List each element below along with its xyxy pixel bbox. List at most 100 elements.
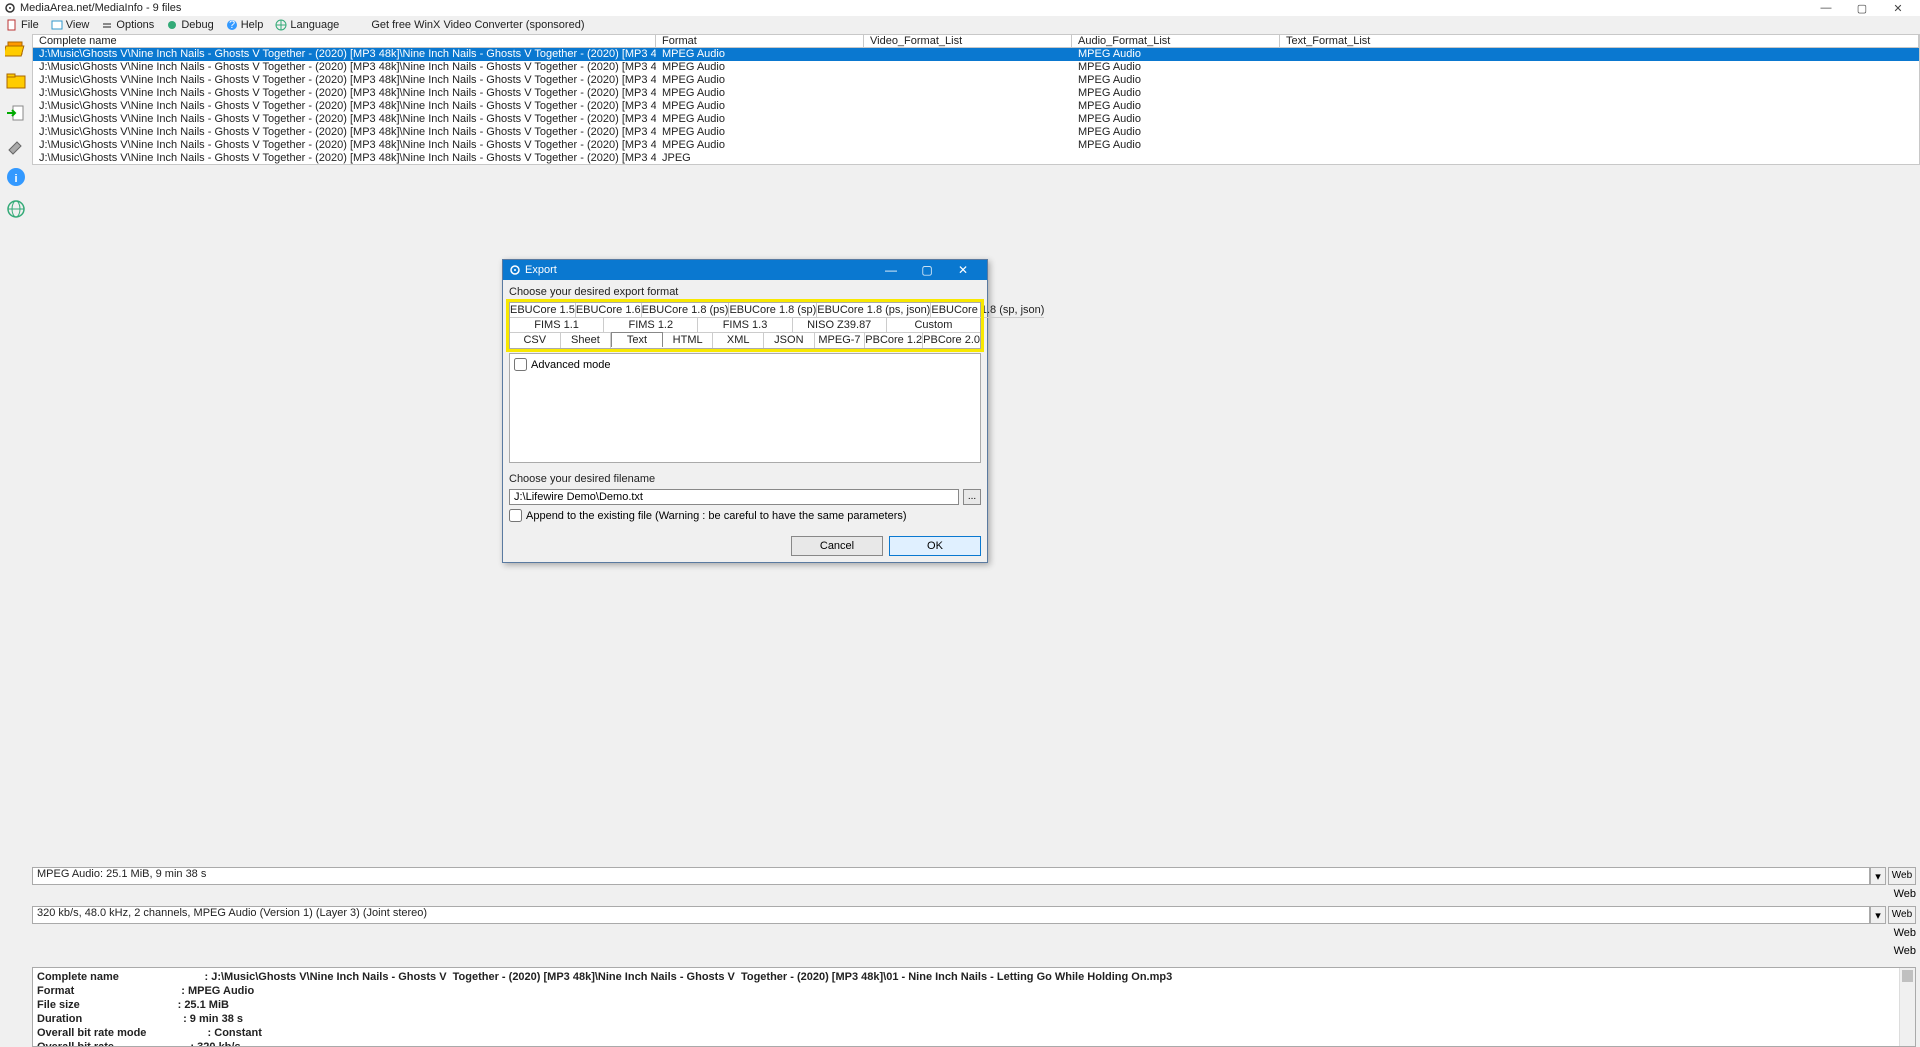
cell-vfl bbox=[864, 87, 1072, 100]
format-tab[interactable]: FIMS 1.1 bbox=[510, 318, 604, 333]
cell-format: MPEG Audio bbox=[656, 126, 864, 139]
language-button[interactable] bbox=[3, 196, 29, 222]
col-tfl[interactable]: Text_Format_List bbox=[1280, 35, 1919, 47]
cell-tfl bbox=[1280, 113, 1919, 126]
side-toolbar: i bbox=[0, 34, 32, 1047]
menu-language[interactable]: Language bbox=[275, 19, 339, 31]
cell-name: J:\Music\Ghosts V\Nine Inch Nails - Ghos… bbox=[33, 139, 656, 152]
options-button[interactable] bbox=[3, 132, 29, 158]
filename-input[interactable] bbox=[509, 489, 959, 505]
menu-options[interactable]: Options bbox=[101, 19, 154, 31]
cell-vfl bbox=[864, 113, 1072, 126]
cell-vfl bbox=[864, 61, 1072, 74]
dialog-titlebar[interactable]: Export — ▢ ✕ bbox=[503, 260, 987, 280]
app-icon bbox=[4, 2, 16, 14]
table-row[interactable]: J:\Music\Ghosts V\Nine Inch Nails - Ghos… bbox=[33, 87, 1919, 100]
menu-help[interactable]: ?Help bbox=[226, 19, 264, 31]
detail-scrollbar[interactable] bbox=[1899, 968, 1915, 1046]
app-icon-small bbox=[509, 264, 521, 276]
spacer-web-2[interactable]: Web bbox=[1894, 927, 1916, 945]
format-tab[interactable]: EBUCore 1.8 (ps, json) bbox=[817, 303, 931, 318]
format-tab[interactable]: Text bbox=[611, 332, 663, 347]
format-tab[interactable]: Sheet bbox=[561, 333, 612, 348]
append-checkbox[interactable] bbox=[509, 509, 522, 522]
close-button[interactable]: ✕ bbox=[1880, 0, 1916, 16]
dialog-maximize[interactable]: ▢ bbox=[909, 260, 945, 280]
open-folder-button[interactable] bbox=[3, 68, 29, 94]
dialog-minimize[interactable]: — bbox=[873, 260, 909, 280]
info1-web[interactable]: Web bbox=[1888, 867, 1916, 885]
info-bar-1: MPEG Audio: 25.1 MiB, 9 min 38 s ▾ Web bbox=[32, 867, 1916, 885]
info2-web[interactable]: Web bbox=[1888, 906, 1916, 924]
col-vfl[interactable]: Video_Format_List bbox=[864, 35, 1072, 47]
info2-dropdown[interactable]: ▾ bbox=[1870, 906, 1886, 924]
table-row[interactable]: J:\Music\Ghosts V\Nine Inch Nails - Ghos… bbox=[33, 113, 1919, 126]
col-format[interactable]: Format bbox=[656, 35, 864, 47]
format-tab[interactable]: Custom bbox=[887, 318, 980, 333]
dialog-close[interactable]: ✕ bbox=[945, 260, 981, 280]
menu-file[interactable]: File bbox=[6, 19, 39, 31]
format-tab[interactable]: PBCore 2.0 bbox=[923, 333, 980, 348]
format-tab[interactable]: HTML bbox=[663, 333, 714, 348]
advanced-mode-check[interactable] bbox=[514, 358, 527, 371]
cell-format: MPEG Audio bbox=[656, 48, 864, 61]
info1-text: MPEG Audio: 25.1 MiB, 9 min 38 s bbox=[32, 867, 1870, 885]
format-tab[interactable]: CSV bbox=[510, 333, 561, 348]
table-row[interactable]: J:\Music\Ghosts V\Nine Inch Nails - Ghos… bbox=[33, 126, 1919, 139]
table-row[interactable]: J:\Music\Ghosts V\Nine Inch Nails - Ghos… bbox=[33, 139, 1919, 152]
menu-view[interactable]: View bbox=[51, 19, 90, 31]
format-tab[interactable]: XML bbox=[713, 333, 764, 348]
cell-vfl bbox=[864, 48, 1072, 61]
table-row[interactable]: J:\Music\Ghosts V\Nine Inch Nails - Ghos… bbox=[33, 74, 1919, 87]
format-tab[interactable]: EBUCore 1.5 bbox=[510, 303, 576, 318]
col-afl[interactable]: Audio_Format_List bbox=[1072, 35, 1280, 47]
options-icon bbox=[101, 19, 113, 31]
cell-format: MPEG Audio bbox=[656, 113, 864, 126]
format-tab[interactable]: EBUCore 1.8 (sp) bbox=[729, 303, 817, 318]
cell-afl: MPEG Audio bbox=[1072, 48, 1280, 61]
format-grid: EBUCore 1.5EBUCore 1.6EBUCore 1.8 (ps)EB… bbox=[509, 302, 981, 349]
table-row[interactable]: J:\Music\Ghosts V\Nine Inch Nails - Ghos… bbox=[33, 48, 1919, 61]
ok-button[interactable]: OK bbox=[889, 536, 981, 556]
table-body[interactable]: J:\Music\Ghosts V\Nine Inch Nails - Ghos… bbox=[32, 48, 1920, 165]
cell-format: MPEG Audio bbox=[656, 61, 864, 74]
maximize-button[interactable]: ▢ bbox=[1844, 0, 1880, 16]
format-tab[interactable]: FIMS 1.3 bbox=[698, 318, 792, 333]
table-row[interactable]: J:\Music\Ghosts V\Nine Inch Nails - Ghos… bbox=[33, 61, 1919, 74]
cell-vfl bbox=[864, 126, 1072, 139]
detail-pane[interactable]: Complete name : J:\Music\Ghosts V\Nine I… bbox=[32, 967, 1916, 1047]
debug-icon bbox=[166, 19, 178, 31]
format-tab[interactable]: EBUCore 1.8 (ps) bbox=[642, 303, 730, 318]
format-tab[interactable]: EBUCore 1.8 (sp, json) bbox=[931, 303, 1044, 318]
format-tab[interactable]: NISO Z39.87 bbox=[793, 318, 887, 333]
cancel-button[interactable]: Cancel bbox=[791, 536, 883, 556]
cell-tfl bbox=[1280, 61, 1919, 74]
cell-tfl bbox=[1280, 152, 1919, 165]
table-row[interactable]: J:\Music\Ghosts V\Nine Inch Nails - Ghos… bbox=[33, 100, 1919, 113]
cell-tfl bbox=[1280, 139, 1919, 152]
format-tab[interactable]: FIMS 1.2 bbox=[604, 318, 698, 333]
format-tab[interactable]: EBUCore 1.6 bbox=[576, 303, 642, 318]
format-tab[interactable]: PBCore 1.2 bbox=[865, 333, 923, 348]
info1-dropdown[interactable]: ▾ bbox=[1870, 867, 1886, 885]
open-file-button[interactable] bbox=[3, 36, 29, 62]
svg-text:?: ? bbox=[229, 19, 235, 31]
format-tab[interactable]: MPEG-7 bbox=[815, 333, 866, 348]
advanced-checkbox[interactable]: Advanced mode bbox=[514, 358, 976, 371]
browse-button[interactable]: ... bbox=[963, 489, 981, 505]
advanced-area: Advanced mode bbox=[509, 353, 981, 463]
cell-vfl bbox=[864, 139, 1072, 152]
export-button[interactable] bbox=[3, 100, 29, 126]
spacer-web-3[interactable]: Web bbox=[1894, 945, 1916, 963]
col-name[interactable]: Complete name bbox=[33, 35, 656, 47]
menu-sponsored[interactable]: Get free WinX Video Converter (sponsored… bbox=[371, 19, 584, 31]
menu-bar: File View Options Debug ?Help Language G… bbox=[0, 16, 1920, 34]
minimize-button[interactable]: — bbox=[1808, 0, 1844, 16]
about-button[interactable]: i bbox=[3, 164, 29, 190]
format-tab[interactable]: JSON bbox=[764, 333, 815, 348]
menu-debug[interactable]: Debug bbox=[166, 19, 213, 31]
info-bar-2: 320 kb/s, 48.0 kHz, 2 channels, MPEG Aud… bbox=[32, 906, 1916, 924]
cell-tfl bbox=[1280, 48, 1919, 61]
table-row[interactable]: J:\Music\Ghosts V\Nine Inch Nails - Ghos… bbox=[33, 152, 1919, 165]
spacer-web-1[interactable]: Web bbox=[1894, 888, 1916, 906]
